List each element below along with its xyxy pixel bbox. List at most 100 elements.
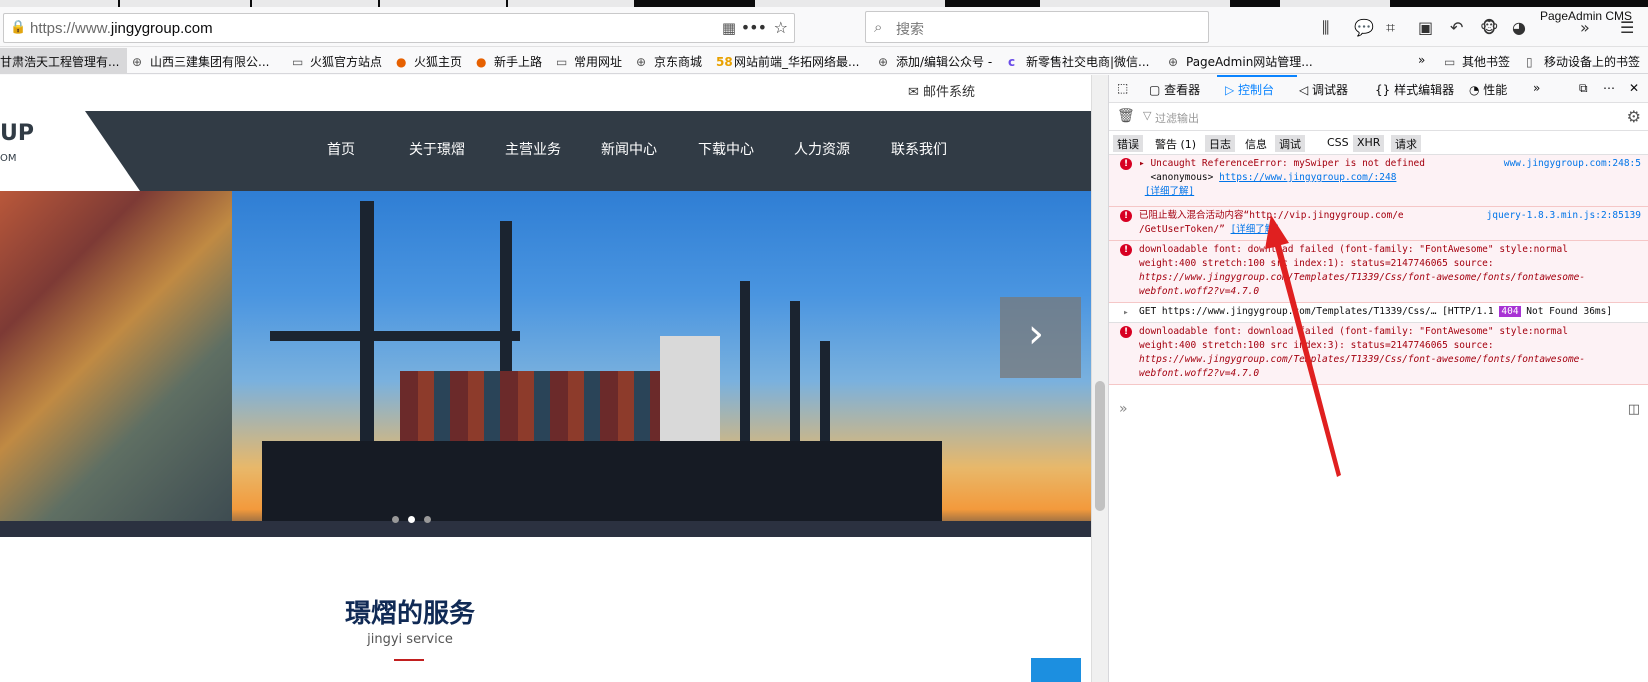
filter-requests[interactable]: 请求	[1391, 135, 1421, 152]
filter-warnings[interactable]: 警告 (1)	[1151, 135, 1200, 152]
browser-tab[interactable]	[508, 0, 634, 7]
browser-tab[interactable]	[1040, 0, 1230, 7]
nav-item-contact[interactable]: 联系我们	[891, 139, 947, 159]
filter-xhr[interactable]: XHR	[1353, 135, 1385, 152]
library-icon[interactable]: ⫼	[1322, 18, 1329, 38]
nav-item-home[interactable]: 首页	[327, 139, 355, 159]
carousel-dot[interactable]	[424, 516, 431, 523]
bookmark-item[interactable]: ⊕ 京东商城	[636, 53, 702, 70]
bookmark-item[interactable]: ▭ 火狐官方站点	[292, 53, 382, 70]
message-source-link[interactable]: www.jingygroup.com:248:5	[1504, 157, 1641, 171]
carousel-dot-active[interactable]	[408, 516, 415, 523]
message-source-link[interactable]: jquery-1.8.3.min.js:2:85139	[1487, 209, 1641, 223]
trash-icon[interactable]: 🗑	[1117, 108, 1135, 124]
globe-icon: ⊕	[1168, 55, 1179, 69]
tab-debugger[interactable]: ◁ 调试器	[1299, 81, 1348, 98]
bookmark-item[interactable]: ▭ 常用网址	[556, 53, 622, 70]
bookmark-item[interactable]: ⊕ 山西三建集团有限公...	[132, 53, 269, 70]
console-error-row[interactable]: ! downloadable font: download failed (fo…	[1109, 241, 1648, 303]
element-picker-icon[interactable]: ⬚	[1117, 81, 1128, 95]
search-input[interactable]: 搜索	[896, 19, 924, 39]
folder-icon: ▭	[1444, 55, 1456, 69]
console-error-row[interactable]: ! 已阻止载入混合活动内容“http://vip.jingygroup.com/…	[1109, 207, 1648, 241]
tabs-overflow-icon[interactable]: »	[1533, 81, 1540, 95]
crane-graphic	[740, 281, 750, 441]
url-text[interactable]: https://www.jingygroup.com	[30, 20, 213, 37]
console-error-row[interactable]: ! downloadable font: download failed (fo…	[1109, 323, 1648, 385]
nav-item-download[interactable]: 下载中心	[698, 139, 754, 159]
bookmark-item[interactable]: ● 火狐主页	[396, 53, 462, 70]
page-actions-icon[interactable]: •••	[741, 18, 767, 37]
expand-triangle-icon[interactable]: ▸	[1123, 306, 1129, 320]
nav-item-news[interactable]: 新闻中心	[601, 139, 657, 159]
tab-performance[interactable]: ◔ 性能	[1469, 81, 1507, 98]
devtools-more-icon[interactable]: ⋯	[1603, 81, 1615, 95]
console-network-row[interactable]: ▸ GET https://www.jingygroup.com/Templat…	[1109, 303, 1648, 323]
filter-input[interactable]: 过滤输出	[1155, 110, 1199, 126]
hero-next-button[interactable]: ›	[1000, 297, 1081, 378]
nav-item-about[interactable]: 关于璟熠	[409, 139, 465, 159]
scrollbar-thumb[interactable]	[1095, 381, 1105, 511]
bookmark-item[interactable]: 甘肃浩天工程管理有...	[0, 48, 128, 74]
browser-tab[interactable]	[252, 0, 378, 7]
tab-style-editor[interactable]: {} 样式编辑器	[1375, 81, 1454, 98]
url-bar[interactable]: 🔒 https://www.jingygroup.com ▦ ••• ☆	[3, 13, 795, 43]
dock-icon[interactable]: ⧉	[1579, 81, 1588, 96]
chat-icon[interactable]: 💬	[1354, 18, 1374, 37]
carousel-dot[interactable]	[392, 516, 399, 523]
close-icon[interactable]: ✕	[1629, 81, 1639, 95]
devtools-tabs: ⬚ ▢ 查看器 ▷ 控制台 ◁ 调试器 {} 样式编辑器 ◔ 性能 » ⧉ ⋯ …	[1109, 75, 1648, 103]
site-logo[interactable]: UP	[0, 121, 34, 146]
nav-item-business[interactable]: 主营业务	[505, 139, 561, 159]
fiftyeight-icon: 58	[716, 55, 733, 69]
bookmark-item[interactable]: 58网站前端_华拓网络最...	[716, 53, 859, 70]
error-url[interactable]: webfont.woff2?v=4.7.0	[1139, 286, 1259, 297]
side-float-button[interactable]	[1031, 658, 1081, 682]
sidebar-icon[interactable]: ▣	[1418, 18, 1433, 37]
globe-icon: ⊕	[132, 55, 143, 69]
tab-inspector[interactable]: ▢ 查看器	[1149, 81, 1200, 98]
bookmark-label: 新手上路	[494, 55, 543, 69]
lock-icon[interactable]: 🔒	[10, 20, 26, 35]
qr-code-icon[interactable]: ▦	[722, 19, 736, 37]
console-input-prompt[interactable]: »	[1119, 401, 1128, 417]
browser-tab[interactable]	[0, 0, 118, 7]
monkey-icon[interactable]: 🐵	[1480, 18, 1499, 37]
stack-frame-link[interactable]: https://www.jingygroup.com/:248	[1219, 172, 1396, 183]
bookmark-folder-other[interactable]: ▭ 其他书签	[1444, 53, 1510, 70]
hero-banner[interactable]	[0, 191, 1091, 537]
tab-console[interactable]: ▷ 控制台	[1225, 81, 1274, 98]
crop-icon[interactable]: ⌗	[1386, 18, 1395, 38]
url-prefix: https://www.	[30, 20, 111, 37]
browser-tab[interactable]	[120, 0, 250, 7]
page-scrollbar[interactable]	[1091, 75, 1108, 682]
mail-system-link[interactable]: ✉ 邮件系统	[908, 81, 975, 100]
filter-info[interactable]: 信息	[1241, 135, 1271, 152]
learn-more-link[interactable]: [详细了解]	[1145, 186, 1194, 197]
filter-css[interactable]: CSS	[1323, 135, 1353, 152]
bookmark-label: 其他书签	[1462, 55, 1511, 69]
console-error-row[interactable]: ! ▸ Uncaught ReferenceError: mySwiper is…	[1109, 155, 1648, 207]
filter-errors[interactable]: 错误	[1113, 135, 1143, 152]
browser-tab[interactable]	[755, 0, 945, 7]
browser-tab[interactable]	[1280, 0, 1390, 7]
bookmarks-overflow-icon[interactable]: »	[1418, 53, 1425, 67]
bookmark-folder-mobile[interactable]: ▯ 移动设备上的书签	[1526, 53, 1640, 70]
filter-debug[interactable]: 调试	[1275, 135, 1305, 152]
split-console-icon[interactable]: ◫	[1628, 402, 1640, 417]
bookmark-label: 山西三建集团有限公...	[150, 55, 270, 69]
filter-logs[interactable]: 日志	[1205, 135, 1235, 152]
bookmark-item[interactable]: ⊕ PageAdmin网站管理...	[1168, 53, 1313, 70]
browser-tab[interactable]	[380, 0, 506, 7]
bookmark-item[interactable]: ⊕ 添加/编辑公众号 -	[878, 53, 992, 70]
globe-icon: ⊕	[636, 55, 647, 69]
undo-icon[interactable]: ↶	[1450, 18, 1463, 37]
nav-item-hr[interactable]: 人力资源	[794, 139, 850, 159]
bookmark-item[interactable]: ● 新手上路	[476, 53, 542, 70]
bookmark-star-icon[interactable]: ☆	[774, 18, 788, 37]
search-bar[interactable]: ⌕ 搜索	[865, 11, 1209, 43]
avatar-icon[interactable]: ◕	[1512, 18, 1526, 37]
gear-icon[interactable]: ⚙	[1627, 107, 1641, 126]
error-url[interactable]: webfont.woff2?v=4.7.0	[1139, 368, 1259, 379]
bookmark-item[interactable]: c 新零售社交电商|微信...	[1008, 53, 1150, 70]
